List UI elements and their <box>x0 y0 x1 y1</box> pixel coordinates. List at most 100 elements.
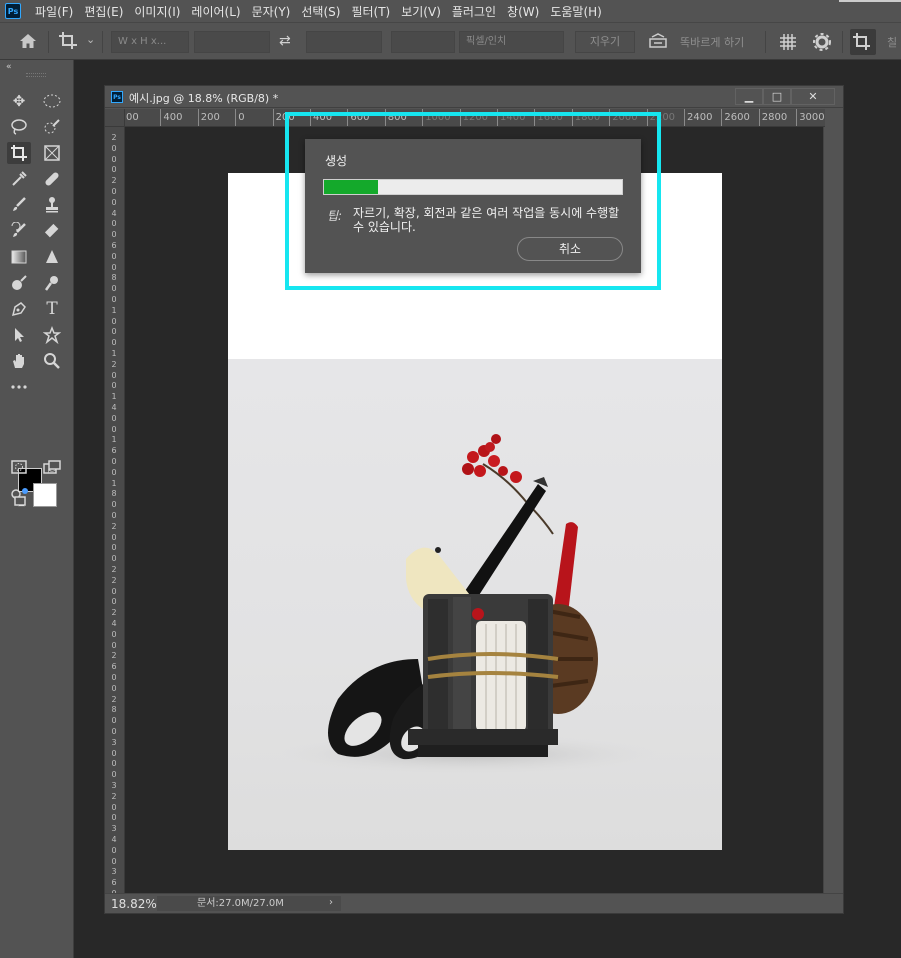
background-color-swatch[interactable] <box>33 483 57 507</box>
ruler-tick-label: 2 <box>111 791 117 801</box>
crop-tool-icon[interactable] <box>58 31 80 55</box>
ruler-tick-label: 0 <box>111 802 117 812</box>
custom-shape-tool-icon[interactable] <box>40 324 64 346</box>
history-brush-tool-icon[interactable] <box>7 220 31 242</box>
screen-mode-icon[interactable] <box>40 456 64 478</box>
healing-brush-tool-icon[interactable] <box>40 168 64 190</box>
marquee-tool-icon[interactable] <box>40 90 64 112</box>
document-title[interactable]: 예시.jpg @ 18.8% (RGB/8) * <box>129 90 278 106</box>
clone-stamp-tool-icon[interactable] <box>40 194 64 216</box>
ruler-tick-label: 0 <box>111 673 117 682</box>
ruler-tick-label: 8 <box>111 489 117 499</box>
gear-icon[interactable] <box>812 32 832 56</box>
ruler-tick-label: 0 <box>111 143 117 153</box>
menu-view[interactable]: 보기(V) <box>401 3 441 20</box>
ruler-tick <box>160 109 162 126</box>
ruler-tick <box>796 109 798 126</box>
menu-layer[interactable]: 레이어(L) <box>191 3 240 20</box>
ruler-tick-label: 0 <box>111 511 117 520</box>
maximize-icon[interactable]: □ <box>763 88 791 105</box>
ruler-tick-label: 0 <box>111 845 117 855</box>
panel-grip[interactable] <box>26 73 46 77</box>
delete-cropped-pixels-icon[interactable] <box>850 29 876 55</box>
menu-image[interactable]: 이미지(I) <box>134 3 180 20</box>
hand-tool-icon[interactable] <box>7 350 31 372</box>
vertical-scrollbar[interactable] <box>823 127 843 893</box>
overlay-grid-icon[interactable] <box>778 32 798 56</box>
swap-dimensions-icon[interactable]: ⇄ <box>279 33 291 49</box>
menu-type[interactable]: 문자(Y) <box>252 3 291 20</box>
close-icon[interactable]: ✕ <box>791 88 835 105</box>
lasso-tool-icon[interactable] <box>7 116 31 138</box>
path-selection-tool-icon[interactable] <box>7 324 31 346</box>
ruler-tick-label: 2600 <box>724 112 750 123</box>
menu-window[interactable]: 창(W) <box>507 3 539 20</box>
menu-plugins[interactable]: 플러그인 <box>452 3 496 20</box>
clear-button[interactable]: 지우기 <box>575 31 635 53</box>
overflow-option-label[interactable]: 칠 <box>887 34 897 50</box>
straighten-label[interactable]: 똑바르게 하기 <box>680 34 744 50</box>
zoom-level[interactable]: 18.82% <box>111 897 157 911</box>
ruler-tick-label: 0 <box>111 532 117 542</box>
straighten-icon[interactable] <box>648 33 668 53</box>
ruler-tick-label: 0 <box>111 727 117 736</box>
menu-select[interactable]: 선택(S) <box>301 3 340 20</box>
ruler-tick <box>197 109 199 126</box>
menu-file[interactable]: 파일(F) <box>35 3 73 20</box>
ruler-tick-label: 1 <box>111 435 117 445</box>
resolution-units-select[interactable]: 픽셀/인치 <box>459 31 564 53</box>
gradient-tool-icon[interactable] <box>7 246 31 268</box>
quick-mask-icon[interactable] <box>7 456 31 478</box>
crop-height-input[interactable] <box>306 31 382 53</box>
ruler-tick-label: 0 <box>111 187 117 196</box>
menu-edit[interactable]: 편집(E) <box>84 3 123 20</box>
resolution-input[interactable] <box>391 31 455 53</box>
ruler-tick-label: 0 <box>111 586 117 596</box>
ruler-tick-label: 0 <box>111 370 117 380</box>
ruler-tick-label: 0 <box>111 230 117 240</box>
ruler-origin[interactable] <box>105 109 125 127</box>
document-tab[interactable]: Ps 예시.jpg @ 18.8% (RGB/8) * ▁ □ ✕ <box>105 86 843 108</box>
ruler-tick-label: 2 <box>111 575 117 585</box>
status-bar: 18.82% 문서:27.0M/27.0M › <box>105 893 843 913</box>
ruler-tick-label: 0 <box>111 770 117 780</box>
smudge-tool-icon[interactable] <box>40 272 64 294</box>
status-menu-arrow-icon[interactable]: › <box>329 897 333 908</box>
crop-ratio-select[interactable]: W x H x... <box>111 31 189 53</box>
minimize-icon[interactable]: ▁ <box>735 88 763 105</box>
crop-width-input[interactable] <box>194 31 270 53</box>
type-tool-icon[interactable]: T <box>40 298 64 320</box>
blur-tool-icon[interactable] <box>40 246 64 268</box>
ruler-tick-label: 400 <box>163 112 183 123</box>
cancel-button[interactable]: 취소 <box>517 237 623 261</box>
crop-tool-icon[interactable] <box>7 142 31 164</box>
ruler-tick-label: 0 <box>111 424 117 434</box>
collapse-icon[interactable]: « <box>6 62 12 72</box>
crop-preset-chevron-icon[interactable]: ⌄ <box>86 33 95 46</box>
vertical-ruler[interactable]: 2000200400600800100012001400160018002000… <box>105 127 125 893</box>
brush-tool-icon[interactable] <box>7 194 31 216</box>
menu-help[interactable]: 도움말(H) <box>550 3 602 20</box>
move-tool-icon[interactable]: ✥ <box>7 90 31 112</box>
pen-tool-icon[interactable] <box>7 298 31 320</box>
zoom-tool-icon[interactable] <box>40 350 64 372</box>
home-icon[interactable] <box>18 32 38 54</box>
eyedropper-tool-icon[interactable] <box>7 168 31 190</box>
generate-progress-dialog: 생성 팁: 자르기, 확장, 회전과 같은 여러 작업을 동시에 수행할 수 있… <box>305 139 641 273</box>
edit-toolbar-icon[interactable] <box>7 486 31 508</box>
frame-tool-icon[interactable] <box>40 142 64 164</box>
ruler-tick-label: 2 <box>111 176 117 186</box>
eraser-tool-icon[interactable] <box>40 220 64 242</box>
ruler-tick-label: 0 <box>111 467 117 477</box>
ruler-tick-label: 6 <box>111 446 117 456</box>
ruler-tick-label: 1 <box>111 349 117 358</box>
ruler-tick-label: 8 <box>111 705 117 715</box>
document-info[interactable]: 문서:27.0M/27.0M <box>157 896 341 911</box>
ruler-tick-label: 2 <box>111 608 117 618</box>
menu-filter[interactable]: 필터(T) <box>351 3 390 20</box>
ruler-tick-label: 6 <box>111 878 117 888</box>
ruler-tick-label: 8 <box>111 273 117 283</box>
dodge-tool-icon[interactable] <box>7 272 31 294</box>
more-tools-icon[interactable] <box>7 376 31 398</box>
quick-selection-tool-icon[interactable] <box>40 116 64 138</box>
